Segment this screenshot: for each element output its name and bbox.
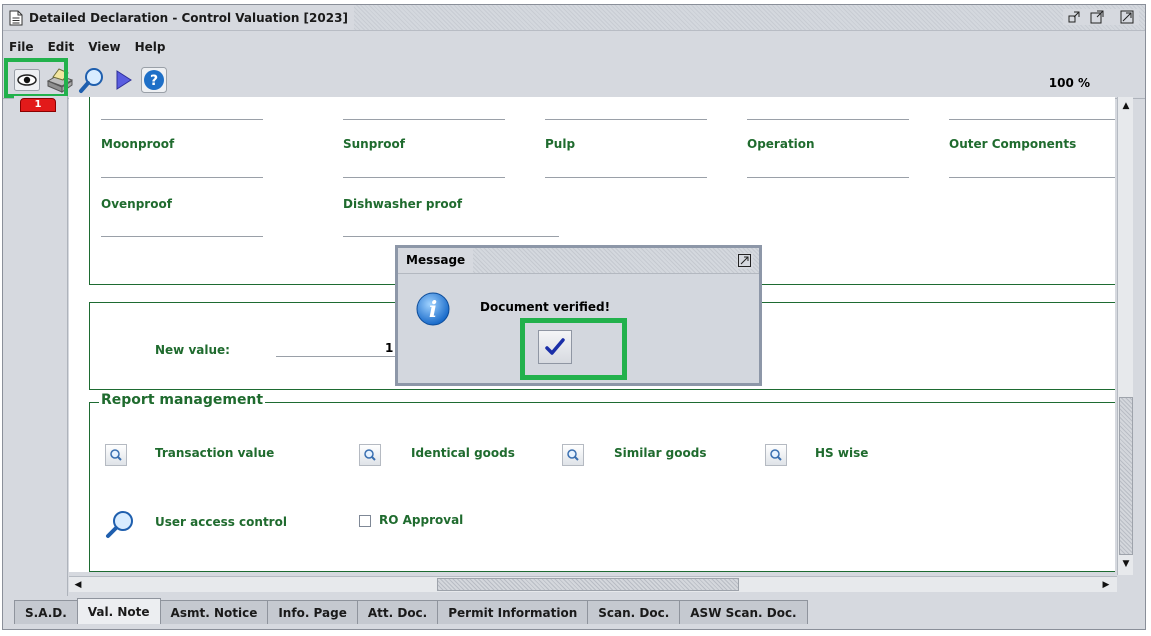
help-button[interactable]: ? <box>139 65 169 95</box>
info-icon: i <box>416 292 450 326</box>
help-icon: ? <box>141 67 167 93</box>
similar-goods-label[interactable]: Similar goods <box>614 446 707 460</box>
magnifier-icon <box>79 68 103 93</box>
vertical-scrollbar[interactable]: ▲ ▼ <box>1117 97 1133 575</box>
horizontal-scroll-thumb[interactable] <box>437 578 739 591</box>
magnifier-icon <box>106 511 133 538</box>
similar-goods-button[interactable] <box>562 444 584 466</box>
dialog-message: Document verified! <box>480 300 611 314</box>
document-icon <box>9 10 23 25</box>
tab-asw-scan-doc[interactable]: ASW Scan. Doc. <box>679 600 808 624</box>
run-button[interactable] <box>108 65 138 95</box>
dialog-title-bar[interactable]: Message <box>398 248 759 274</box>
maximize-icon[interactable] <box>1089 9 1105 25</box>
ro-approval-checkbox[interactable] <box>359 515 371 527</box>
ro-approval-label[interactable]: RO Approval <box>379 513 463 527</box>
tab-scan-doc[interactable]: Scan. Doc. <box>587 600 681 624</box>
title-bar[interactable]: Detailed Declaration - Control Valuation… <box>3 5 1145 31</box>
new-value-label: New value: <box>155 343 230 357</box>
close-icon[interactable] <box>1119 9 1135 25</box>
vertical-scroll-thumb[interactable] <box>1119 397 1133 555</box>
scroll-down-icon[interactable]: ▼ <box>1119 557 1133 571</box>
identical-goods-button[interactable] <box>359 444 381 466</box>
tab-bar: S.A.D. Val. Note Asmt. Notice Info. Page… <box>14 598 808 624</box>
restore-icon[interactable] <box>1067 9 1083 25</box>
tab-permit-information[interactable]: Permit Information <box>437 600 589 624</box>
transaction-value-label[interactable]: Transaction value <box>155 446 274 460</box>
search-icon <box>567 449 579 461</box>
scroll-up-icon[interactable]: ▲ <box>1119 99 1133 113</box>
search-button[interactable] <box>77 65 107 95</box>
field-outer-components: Outer Components <box>949 137 1077 151</box>
svg-text:i: i <box>429 297 437 323</box>
menu-help[interactable]: Help <box>135 40 166 54</box>
transaction-value-button[interactable] <box>105 444 127 466</box>
search-icon <box>110 449 122 461</box>
menu-file[interactable]: File <box>9 40 34 54</box>
scroll-left-icon[interactable]: ◀ <box>71 578 85 592</box>
field-operation: Operation <box>747 137 815 151</box>
report-management-panel <box>89 402 1115 572</box>
hs-wise-label[interactable]: HS wise <box>815 446 868 460</box>
tab-info-page[interactable]: Info. Page <box>267 600 358 624</box>
field-sunproof: Sunproof <box>343 137 405 151</box>
highlight-ok-button <box>520 318 627 380</box>
user-access-label[interactable]: User access control <box>155 515 287 529</box>
menu-edit[interactable]: Edit <box>48 40 75 54</box>
hs-wise-button[interactable] <box>765 444 787 466</box>
identical-goods-label[interactable]: Identical goods <box>411 446 515 460</box>
tab-val-note[interactable]: Val. Note <box>76 598 161 624</box>
tab-att-doc[interactable]: Att. Doc. <box>356 600 439 624</box>
svg-text:?: ? <box>150 73 158 89</box>
window-title: Detailed Declaration - Control Valuation… <box>29 10 348 25</box>
scroll-right-icon[interactable]: ▶ <box>1099 578 1113 592</box>
dialog-close-icon[interactable] <box>737 253 753 269</box>
new-value-field[interactable]: 1 <box>385 341 393 355</box>
toolbar: ? 100 % <box>3 61 1145 99</box>
zoom-level: 100 % <box>1048 76 1090 90</box>
user-access-button[interactable] <box>105 509 137 539</box>
field-ovenproof: Ovenproof <box>101 197 172 211</box>
report-management-title: Report management <box>99 392 266 408</box>
page-rail: 1 <box>14 96 68 596</box>
field-dishwasher-proof: Dishwasher proof <box>343 197 463 211</box>
menu-view[interactable]: View <box>88 40 120 54</box>
tab-sad[interactable]: S.A.D. <box>14 600 78 624</box>
highlight-view-button <box>4 58 68 98</box>
page-tag[interactable]: 1 <box>20 98 56 112</box>
field-pulp: Pulp <box>545 137 576 151</box>
menu-bar: File Edit View Help <box>3 36 1145 58</box>
field-moonproof: Moonproof <box>101 137 175 151</box>
dialog-title: Message <box>398 248 474 273</box>
tab-asmt-notice[interactable]: Asmt. Notice <box>159 600 269 624</box>
search-icon <box>364 449 376 461</box>
play-icon <box>116 70 132 90</box>
search-icon <box>770 449 782 461</box>
horizontal-scrollbar[interactable]: ◀ ▶ <box>69 576 1117 592</box>
